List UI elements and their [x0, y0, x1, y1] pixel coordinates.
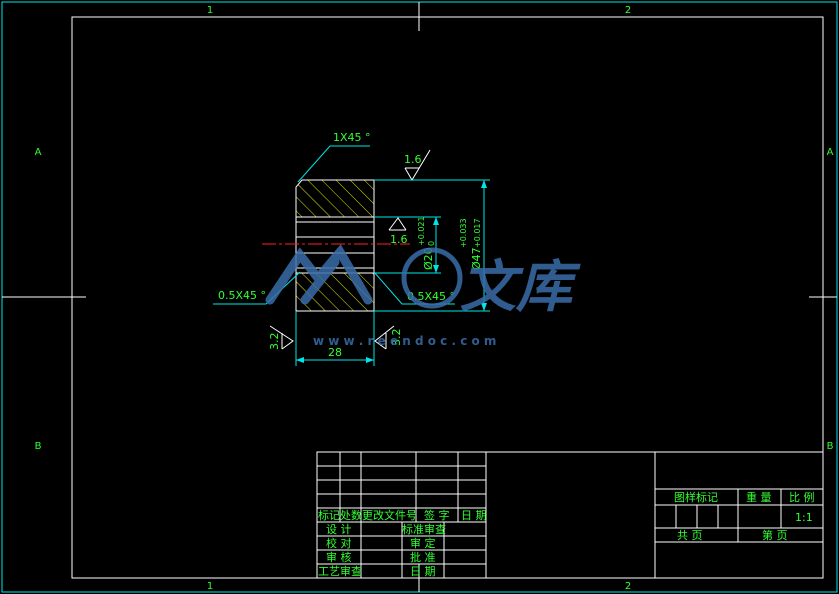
- bore-tol-upper: +0.021: [417, 216, 426, 246]
- tb-approve: 批 准: [410, 550, 436, 564]
- tb-scale-value: 1:1: [795, 511, 813, 524]
- tb-scale: 比 例: [789, 490, 815, 504]
- tb-approve-final: 审 定: [410, 536, 436, 550]
- tb-drawing-mark: 图样标记: [674, 490, 718, 504]
- tb-date: 日 期: [410, 565, 436, 578]
- roughness-bore-label: 1.6: [390, 233, 408, 246]
- zone-row-a-right: A: [827, 147, 834, 158]
- zone-col-1-bottom: 1: [207, 581, 213, 592]
- roughness-top-label: 1.6: [404, 153, 422, 166]
- tb-header-signature: 签 字: [424, 508, 450, 522]
- tb-process-review: 工艺审查: [318, 564, 362, 578]
- tb-header-count: 处数: [340, 509, 362, 522]
- watermark-url: w w w . r e e n d o c . c o m: [313, 334, 496, 348]
- tb-sheet-no: 第 页: [762, 528, 788, 542]
- zone-row-b-right: B: [827, 441, 834, 452]
- tb-design: 设 计: [326, 523, 352, 536]
- tb-check: 校 对: [326, 536, 352, 550]
- zone-col-1-top: 1: [207, 5, 213, 16]
- zone-col-2-bottom: 2: [625, 581, 631, 592]
- outer-tol-lower: +0.017: [473, 218, 482, 248]
- part-section: [262, 179, 410, 312]
- tb-review: 审 核: [326, 550, 352, 564]
- chamfer-top-label: 1X45 °: [333, 131, 371, 144]
- zone-col-2-top: 2: [625, 5, 631, 16]
- tb-header-mark: 标记: [318, 508, 340, 522]
- tb-weight: 重 量: [746, 490, 772, 504]
- tb-standard-review: 标准审查: [402, 522, 446, 536]
- roughness-left-label: 3.2: [268, 333, 281, 351]
- zone-row-a-left: A: [35, 147, 42, 158]
- watermark-text: 文库: [460, 255, 581, 320]
- tb-header-date: 日 期: [461, 509, 487, 522]
- chamfer-left-label: 0.5X45 °: [218, 289, 266, 302]
- outer-tol-upper: +0.033: [459, 218, 468, 248]
- hatch-upper: [295, 179, 375, 218]
- bore-tol-lower: 0: [427, 241, 436, 246]
- zone-row-b-left: B: [35, 441, 42, 452]
- drawing-canvas: 1 2 1 2 A A B B 1X45 ° 0.5X45 ° 0.5X45 °: [1, 1, 838, 593]
- tb-header-change-doc: 更改文件号: [362, 508, 417, 522]
- tb-total-sheets: 共 页: [677, 529, 703, 542]
